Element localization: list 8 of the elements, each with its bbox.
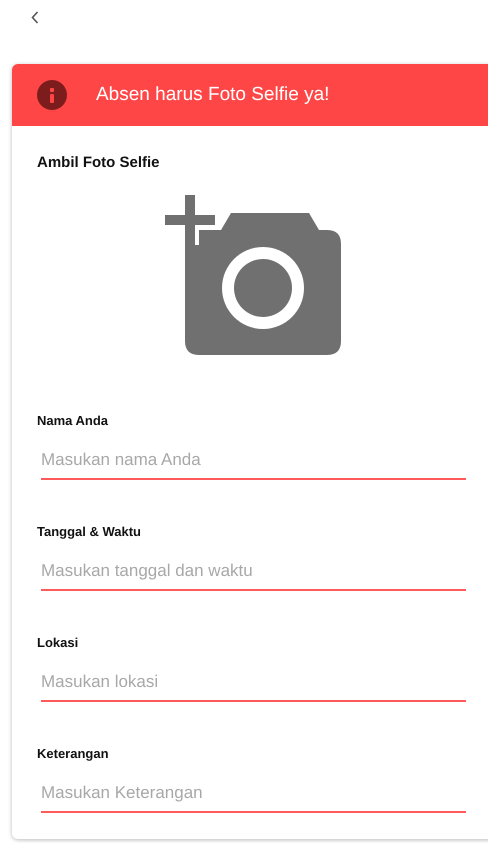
- field-label: Tanggal & Waktu: [37, 524, 142, 539]
- field-label: Nama Anda: [37, 413, 110, 428]
- alert-message: Absen harus Foto Selfie ya!: [96, 84, 330, 106]
- field-label: Lokasi: [37, 635, 80, 650]
- back-icon[interactable]: [31, 11, 39, 24]
- section-label: Ambil Foto Selfie: [37, 154, 161, 171]
- info-icon: [37, 80, 67, 110]
- field-label: Keterangan: [37, 746, 110, 761]
